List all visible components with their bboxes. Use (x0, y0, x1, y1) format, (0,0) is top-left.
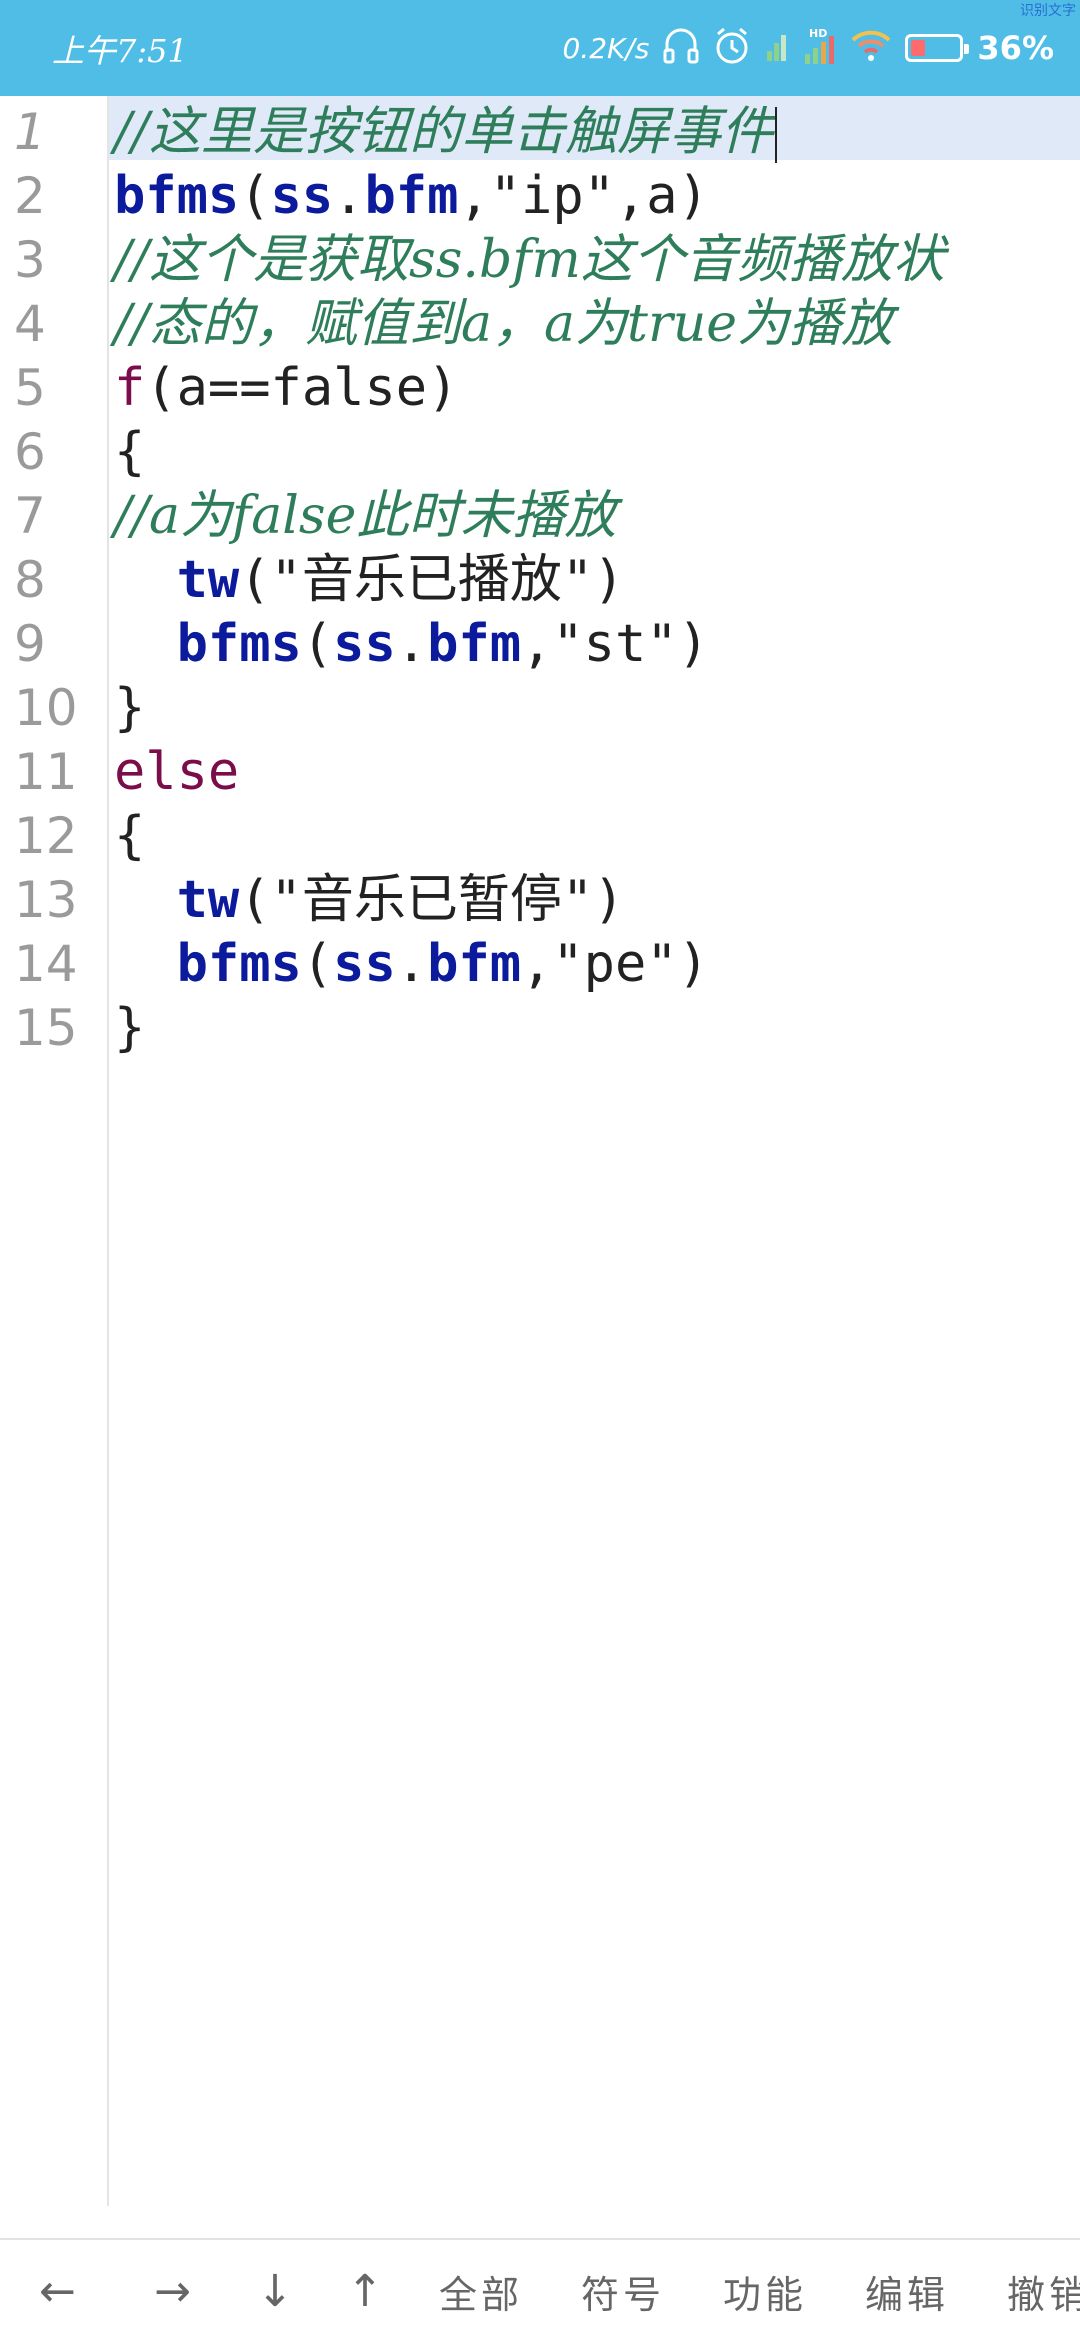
corner-label[interactable]: 识别文字 (1020, 0, 1076, 20)
line-code[interactable]: bfms(ss.bfm,"ip",a) (114, 164, 709, 228)
battery-icon (905, 34, 970, 62)
code-editor[interactable]: 1 //这里是按钮的单击触屏事件 2 bfms(ss.bfm,"ip",a) 3 //这个… (0, 96, 1080, 2206)
line-number: 13 (14, 871, 78, 929)
line-number: 8 (14, 551, 46, 609)
line-code[interactable]: tw("音乐已播放") (114, 548, 625, 612)
line-code[interactable]: //态的，赋值到a，a为true为播放 (114, 292, 893, 356)
up-arrow-button[interactable]: ↑ (320, 2266, 410, 2317)
line-number: 14 (14, 935, 78, 993)
line-code[interactable]: //这个是获取ss.bfm这个音频播放状 (114, 228, 945, 292)
code-line[interactable]: 10} (0, 676, 1080, 740)
line-code[interactable]: //这里是按钮的单击触屏事件 (114, 100, 778, 164)
line-number: 11 (14, 743, 78, 801)
alarm-icon (713, 26, 751, 70)
left-arrow-button[interactable]: ← (0, 2266, 115, 2317)
bottom-toolbar: ← → ↓ ↑ 全部 符号 功能 编辑 撤销 (0, 2238, 1080, 2342)
line-number: 4 (14, 295, 46, 353)
line-number: 1 (14, 103, 46, 161)
line-number: 6 (14, 423, 46, 481)
line-number: 3 (14, 231, 46, 289)
status-bar: 上午7:51 0.2K/s HD 36% 识别文字 (0, 0, 1080, 96)
symbols-button[interactable]: 符号 (552, 2264, 694, 2319)
code-line[interactable]: 12 { (0, 804, 1080, 868)
line-number: 12 (14, 807, 78, 865)
status-right-group: 0.2K/s HD 36% (562, 18, 1054, 78)
line-code[interactable]: bfms(ss.bfm,"st") (114, 612, 709, 676)
line-number: 9 (14, 615, 46, 673)
line-code[interactable]: bfms(ss.bfm,"pe") (114, 932, 709, 996)
code-line[interactable]: 2 bfms(ss.bfm,"ip",a) (0, 164, 1080, 228)
line-code[interactable]: { (114, 420, 145, 484)
down-arrow-button[interactable]: ↓ (230, 2266, 320, 2317)
code-line[interactable]: 8 tw("音乐已播放") (0, 548, 1080, 612)
line-code[interactable]: tw("音乐已暂停") (114, 868, 625, 932)
text-caret (775, 107, 778, 163)
line-code[interactable]: //a为false此时未播放 (114, 484, 616, 548)
line-code[interactable]: f(a==false) (114, 356, 458, 420)
right-arrow-button[interactable]: → (115, 2266, 230, 2317)
functions-button[interactable]: 功能 (694, 2264, 836, 2319)
line-code[interactable]: } (114, 676, 145, 740)
code-line[interactable]: 9 bfms(ss.bfm,"st") (0, 612, 1080, 676)
line-number: 7 (14, 487, 46, 545)
status-time: 上午7:51 (52, 32, 188, 70)
svg-text:HD: HD (809, 27, 827, 40)
undo-button[interactable]: 撤销 (978, 2264, 1080, 2319)
code-line[interactable]: 11 else (0, 740, 1080, 804)
hd-signal-icon: HD (803, 26, 837, 70)
code-line[interactable]: 6{ (0, 420, 1080, 484)
line-number: 15 (14, 999, 78, 1057)
line-number: 10 (14, 679, 78, 737)
edit-button[interactable]: 编辑 (836, 2264, 978, 2319)
battery-percent: 36% (977, 29, 1054, 67)
code-line[interactable]: 13 tw("音乐已暂停") (0, 868, 1080, 932)
select-all-button[interactable]: 全部 (410, 2264, 552, 2319)
line-code[interactable]: { (114, 804, 145, 868)
line-code[interactable]: } (114, 996, 145, 1060)
code-line[interactable]: 14 bfms(ss.bfm,"pe") (0, 932, 1080, 996)
code-line[interactable]: 7 //a为false此时未播放 (0, 484, 1080, 548)
signal-icon (765, 29, 789, 67)
code-line[interactable]: 1 //这里是按钮的单击触屏事件 (0, 100, 1080, 164)
wifi-icon (851, 28, 891, 68)
line-number: 2 (14, 167, 46, 225)
headphones-icon (663, 26, 699, 70)
line-number: 5 (14, 359, 46, 417)
code-line[interactable]: 4 //态的，赋值到a，a为true为播放 (0, 292, 1080, 356)
code-line[interactable]: 5 f(a==false) (0, 356, 1080, 420)
code-line[interactable]: 15} (0, 996, 1080, 1060)
line-code[interactable]: else (114, 740, 239, 804)
code-line[interactable]: 3 //这个是获取ss.bfm这个音频播放状 (0, 228, 1080, 292)
net-speed: 0.2K/s (562, 31, 650, 65)
